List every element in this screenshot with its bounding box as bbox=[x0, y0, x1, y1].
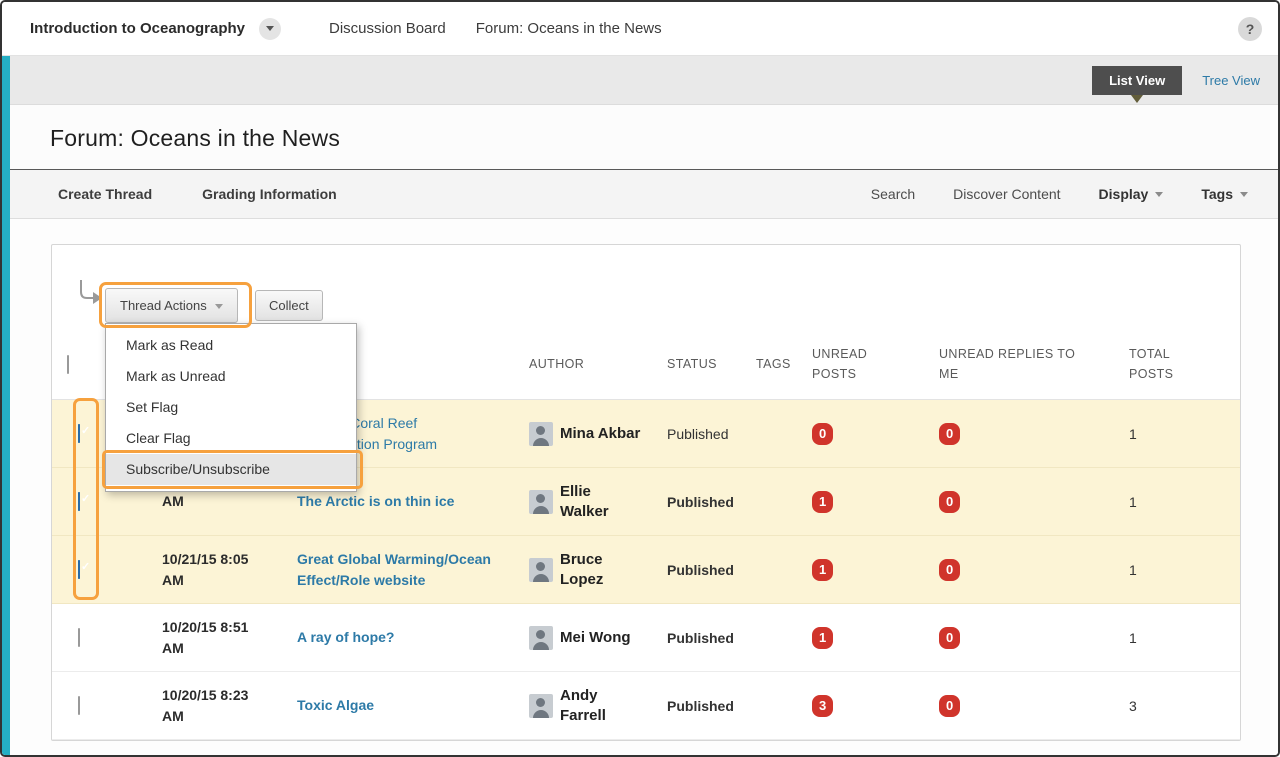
page-title: Forum: Oceans in the News bbox=[50, 125, 1278, 152]
author-avatar bbox=[529, 490, 553, 514]
thread-date: 10/21/15 8:05 AM bbox=[142, 549, 287, 590]
menu-item-set-flag[interactable]: Set Flag bbox=[106, 392, 356, 423]
invert-selection-arrow-icon[interactable] bbox=[76, 279, 103, 311]
action-bar: Create Thread Grading Information Search… bbox=[2, 170, 1278, 219]
total-posts-value: 1 bbox=[1117, 494, 1237, 510]
thread-title-link[interactable]: A ray of hope? bbox=[297, 627, 395, 648]
unread-posts-badge: 0 bbox=[812, 423, 833, 445]
nav-forum: Forum: Oceans in the News bbox=[476, 20, 662, 37]
create-thread-button[interactable]: Create Thread bbox=[58, 186, 152, 202]
course-menu-toggle[interactable] bbox=[259, 18, 281, 40]
tags-label: Tags bbox=[1201, 186, 1233, 202]
nav-discussion-board[interactable]: Discussion Board bbox=[329, 20, 446, 37]
unread-posts-badge: 3 bbox=[812, 695, 833, 717]
author-avatar bbox=[529, 694, 553, 718]
header-status: STATUS bbox=[657, 355, 744, 374]
discover-content-button[interactable]: Discover Content bbox=[953, 186, 1060, 202]
screen: Introduction to Oceanography Discussion … bbox=[0, 0, 1280, 757]
author-avatar bbox=[529, 626, 553, 650]
thread-status: Published bbox=[657, 494, 744, 510]
unread-posts-badge: 1 bbox=[812, 627, 833, 649]
thread-title-link[interactable]: The Arctic is on thin ice bbox=[297, 491, 454, 512]
unread-replies-badge: 0 bbox=[939, 627, 960, 649]
grading-information-button[interactable]: Grading Information bbox=[202, 186, 337, 202]
menu-item-mark-as-unread[interactable]: Mark as Unread bbox=[106, 361, 356, 392]
total-posts-value: 1 bbox=[1117, 630, 1237, 646]
chevron-down-icon bbox=[1240, 192, 1248, 197]
left-accent-strip bbox=[2, 56, 10, 755]
thread-actions-label: Thread Actions bbox=[120, 298, 207, 313]
total-posts-value: 3 bbox=[1117, 698, 1237, 714]
content-area: Thread Actions Collect Mark as Read Mark… bbox=[2, 219, 1278, 755]
thread-status: Published bbox=[657, 698, 744, 714]
chevron-down-icon bbox=[215, 304, 223, 309]
author-name: Mina Akbar bbox=[560, 424, 640, 444]
menu-item-clear-flag[interactable]: Clear Flag bbox=[106, 423, 356, 454]
thread-list-panel: Thread Actions Collect Mark as Read Mark… bbox=[51, 244, 1241, 741]
total-posts-value: 1 bbox=[1117, 426, 1237, 442]
thread-date: 10/20/15 8:51 AM bbox=[142, 617, 287, 658]
menu-item-mark-as-read[interactable]: Mark as Read bbox=[106, 330, 356, 361]
row-checkbox[interactable] bbox=[78, 628, 80, 647]
display-dropdown[interactable]: Display bbox=[1099, 186, 1164, 202]
view-tabs: List View Tree View bbox=[1092, 66, 1264, 95]
help-button[interactable]: ? bbox=[1238, 17, 1262, 41]
menu-item-subscribe-unsubscribe[interactable]: Subscribe/Unsubscribe bbox=[106, 454, 356, 485]
thread-actions-menu: Mark as Read Mark as Unread Set Flag Cle… bbox=[105, 323, 357, 492]
header-tags: TAGS bbox=[744, 355, 802, 374]
author-name: Andy Farrell bbox=[560, 686, 606, 725]
table-row: 10/21/15 8:05 AM Great Global Warming/Oc… bbox=[52, 536, 1240, 604]
row-checkbox[interactable] bbox=[78, 492, 80, 511]
header-unread-posts: UNREAD POSTS bbox=[802, 345, 927, 384]
author-avatar bbox=[529, 422, 553, 446]
thread-title-link[interactable]: Great Global Warming/Ocean Effect/Role w… bbox=[297, 549, 491, 591]
row-checkbox[interactable] bbox=[78, 560, 80, 579]
top-bar: Introduction to Oceanography Discussion … bbox=[2, 2, 1278, 56]
title-section: Forum: Oceans in the News bbox=[2, 105, 1278, 170]
select-all-checkbox[interactable] bbox=[67, 355, 69, 374]
table-row: 10/20/15 8:23 AM Toxic Algae Andy Farrel… bbox=[52, 672, 1240, 740]
row-checkbox[interactable] bbox=[78, 424, 80, 443]
thread-date: AM bbox=[142, 491, 287, 511]
search-button[interactable]: Search bbox=[871, 186, 915, 202]
chevron-down-icon bbox=[266, 26, 274, 31]
unread-replies-badge: 0 bbox=[939, 695, 960, 717]
unread-replies-badge: 0 bbox=[939, 559, 960, 581]
thread-actions-button[interactable]: Thread Actions bbox=[105, 288, 238, 323]
thread-title-link[interactable]: Toxic Algae bbox=[297, 695, 374, 716]
active-tab-notch-icon bbox=[1131, 95, 1143, 103]
tab-tree-view[interactable]: Tree View bbox=[1182, 66, 1264, 95]
author-name: Bruce Lopez bbox=[560, 550, 603, 589]
unread-replies-badge: 0 bbox=[939, 423, 960, 445]
unread-replies-badge: 0 bbox=[939, 491, 960, 513]
total-posts-value: 1 bbox=[1117, 562, 1237, 578]
author-avatar bbox=[529, 558, 553, 582]
view-band: List View Tree View bbox=[2, 56, 1278, 105]
header-unread-replies: UNREAD REPLIES TO ME bbox=[927, 345, 1117, 384]
table-row: 10/20/15 8:51 AM A ray of hope? Mei Wong… bbox=[52, 604, 1240, 672]
breadcrumb: Discussion Board Forum: Oceans in the Ne… bbox=[329, 20, 662, 37]
unread-posts-badge: 1 bbox=[812, 559, 833, 581]
chevron-down-icon bbox=[1155, 192, 1163, 197]
action-bar-right: Search Discover Content Display Tags bbox=[871, 186, 1248, 202]
tab-list-view[interactable]: List View bbox=[1092, 66, 1182, 95]
subscribe-unsubscribe-label: Subscribe/Unsubscribe bbox=[126, 461, 270, 477]
thread-toolbar: Thread Actions Collect bbox=[52, 245, 1240, 330]
row-checkbox[interactable] bbox=[78, 696, 80, 715]
display-label: Display bbox=[1099, 186, 1149, 202]
list-view-label: List View bbox=[1109, 73, 1165, 88]
thread-date: 10/20/15 8:23 AM bbox=[142, 685, 287, 726]
action-bar-left: Create Thread Grading Information bbox=[58, 186, 337, 202]
header-total-posts: TOTAL POSTS bbox=[1117, 345, 1237, 384]
course-title: Introduction to Oceanography bbox=[30, 20, 245, 37]
collect-button[interactable]: Collect bbox=[255, 290, 323, 321]
author-name: Mei Wong bbox=[560, 628, 631, 648]
thread-status: Published bbox=[657, 562, 744, 578]
unread-posts-badge: 1 bbox=[812, 491, 833, 513]
thread-status: Published bbox=[657, 630, 744, 646]
thread-status: Published bbox=[657, 426, 744, 442]
header-author: AUTHOR bbox=[522, 355, 657, 374]
author-name: Ellie Walker bbox=[560, 482, 609, 521]
tags-dropdown[interactable]: Tags bbox=[1201, 186, 1248, 202]
